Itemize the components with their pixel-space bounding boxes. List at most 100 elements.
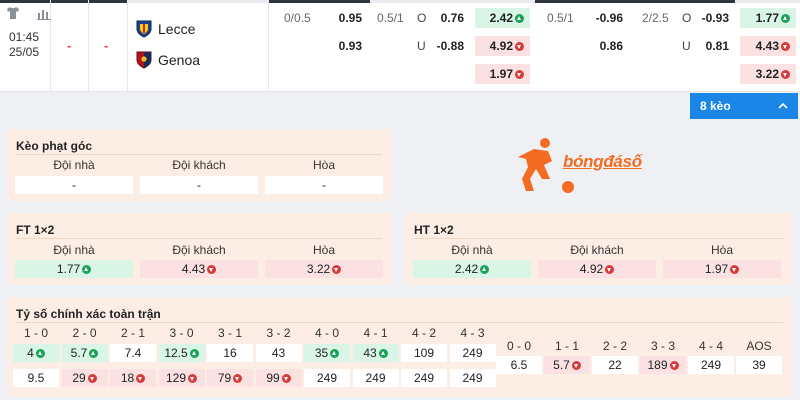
bongdaso-wordmark: bóngđásố <box>563 152 642 171</box>
odds-value: 249 <box>700 358 722 372</box>
ou-ft-over-cell[interactable]: 0.5/1 O 0.76 <box>372 8 470 28</box>
ah-ft-home-cell[interactable]: 0/0.5 0.95 <box>272 8 368 28</box>
ht-draw-odds[interactable]: 1.97 <box>663 260 781 278</box>
arrow-up-icon <box>378 348 388 358</box>
arrow-down-icon <box>515 69 524 79</box>
score-odds-home[interactable]: 4 <box>13 344 59 362</box>
ou-ht-over-cell[interactable]: 2/2.5 O -0.93 <box>637 8 735 28</box>
score-odds-draw[interactable]: 189 <box>640 356 686 374</box>
score-odds-away[interactable]: 249 <box>401 369 447 387</box>
ah-ht-away-cell[interactable]: 0.86 <box>537 36 629 56</box>
ht-away-odds[interactable]: 4.92 <box>538 260 656 278</box>
bar-chart-icon[interactable] <box>37 6 51 20</box>
score-odds-away[interactable]: 249 <box>304 369 350 387</box>
score-odds-home[interactable]: 43 <box>352 344 399 362</box>
score-odds-away[interactable]: 129 <box>158 369 205 387</box>
score-label: 3 - 0 <box>159 326 205 340</box>
odds-value: 0.86 <box>599 39 623 53</box>
score-odds-away[interactable]: 249 <box>449 369 496 387</box>
odds-value: 1.97 <box>704 262 729 276</box>
odds-value: 39 <box>752 358 766 372</box>
score-away: - <box>104 38 109 53</box>
ou-ft-under-cell[interactable]: U -0.88 <box>372 36 470 56</box>
ah-ht-home-cell[interactable]: 0.5/1 -0.96 <box>537 8 629 28</box>
corner-away-odds[interactable]: - <box>140 176 258 194</box>
score-odds-home[interactable]: 7.4 <box>110 344 156 362</box>
score-odds-home[interactable]: 5.7 <box>61 344 108 362</box>
odds-value: 4.43 <box>181 262 206 276</box>
score-odds-away[interactable]: 9.5 <box>13 369 59 387</box>
genoa-crest-icon <box>136 51 152 69</box>
odds-value: 3.22 <box>755 67 779 81</box>
score-odds-draw[interactable]: 249 <box>688 356 734 374</box>
corner-draw-odds[interactable]: - <box>265 176 383 194</box>
x12-ht-draw-pill[interactable]: 3.22 <box>740 64 796 84</box>
odds-value: 249 <box>462 371 483 385</box>
odds-value: 0.93 <box>338 39 362 53</box>
score-odds-draw[interactable]: 6.5 <box>496 356 542 374</box>
odds-value: 7.4 <box>124 346 142 360</box>
odds-value: 35 <box>314 346 329 360</box>
x12-ft-draw-pill[interactable]: 1.97 <box>475 64 530 84</box>
x12-ht-away-pill[interactable]: 4.43 <box>740 36 796 56</box>
score-odds-away[interactable]: 18 <box>110 369 156 387</box>
divider <box>16 154 382 155</box>
x12-ht-home-pill[interactable]: 1.77 <box>740 8 796 28</box>
arrow-down-icon <box>281 373 291 383</box>
ou-ht-under-cell[interactable]: U 0.81 <box>637 36 735 56</box>
score-odds-draw[interactable]: 39 <box>736 356 782 374</box>
ht-home-odds[interactable]: 2.42 <box>413 260 531 278</box>
more-odds-button[interactable]: 8 kèo <box>690 93 798 119</box>
score-odds-home[interactable]: 16 <box>207 344 253 362</box>
score-odds-home[interactable]: 35 <box>304 344 350 362</box>
odds-value: 5.7 <box>70 346 88 360</box>
score-odds-home[interactable]: 249 <box>449 344 496 362</box>
score-label-text: 3 - 0 <box>169 326 194 340</box>
away-team[interactable]: Genoa <box>136 51 200 69</box>
score-label-text: 2 - 0 <box>72 326 97 340</box>
ft-away-odds[interactable]: 4.43 <box>140 260 258 278</box>
home-team-name: Lecce <box>158 21 196 37</box>
more-odds-label: 8 kèo <box>700 99 731 113</box>
score-label: 3 - 1 <box>207 326 253 340</box>
panel-title: HT 1×2 <box>414 223 454 237</box>
arrow-down-icon <box>515 41 524 51</box>
arrow-down-icon <box>669 360 679 370</box>
match-row[interactable]: 01:45 25/05 - - Lecce Genoa 0/0.5 0.95 0… <box>0 0 800 92</box>
score-label-text: 3 - 1 <box>217 326 242 340</box>
col-draw-label: Hòa <box>710 243 733 257</box>
arrow-up-icon <box>189 348 199 358</box>
odds-value: 189 <box>647 358 668 372</box>
ft-draw-odds[interactable]: 3.22 <box>265 260 383 278</box>
ah-ft-away-cell[interactable]: 0.93 <box>272 36 368 56</box>
home-team[interactable]: Lecce <box>136 20 195 38</box>
score-label-text: 4 - 2 <box>411 326 436 340</box>
odds-value: 4.92 <box>489 39 513 53</box>
away-team-name: Genoa <box>158 52 201 68</box>
score-odds-away[interactable]: 249 <box>352 369 399 387</box>
kickoff-date: 25/05 <box>8 45 40 59</box>
score-odds-home[interactable]: 12.5 <box>158 344 205 362</box>
shirt-icon[interactable] <box>6 6 20 20</box>
score-odds-home[interactable]: 109 <box>401 344 447 362</box>
corner-home-odds[interactable]: - <box>15 176 133 194</box>
score-label: 4 - 2 <box>401 326 447 340</box>
odds-value: 1.77 <box>755 11 779 25</box>
score-label: 3 - 2 <box>256 326 302 340</box>
score-odds-draw[interactable]: 5.7 <box>544 356 590 374</box>
ft-1x2-panel: FT 1×2 Đội nhà Đội khách Hòa 1.77 4.43 3… <box>7 213 391 285</box>
score-odds-away[interactable]: 29 <box>61 369 108 387</box>
score-odds-home[interactable]: 43 <box>255 344 302 362</box>
x12-ft-away-pill[interactable]: 4.92 <box>475 36 530 56</box>
x12-ft-home-pill[interactable]: 2.42 <box>475 8 530 28</box>
score-odds-draw[interactable]: 22 <box>592 356 638 374</box>
divider <box>16 322 783 323</box>
odds-value: 29 <box>72 371 86 385</box>
score-odds-away[interactable]: 79 <box>207 369 253 387</box>
score-odds-away[interactable]: 99 <box>255 369 302 387</box>
odds-value: 249 <box>413 371 435 385</box>
correct-score-panel: Tỷ số chính xác toàn trận 1 - 0 4 9.5 2 - 0… <box>7 297 792 397</box>
odds-value: 4.92 <box>579 262 604 276</box>
odds-value: 16 <box>223 346 237 360</box>
ft-home-odds[interactable]: 1.77 <box>15 260 133 278</box>
